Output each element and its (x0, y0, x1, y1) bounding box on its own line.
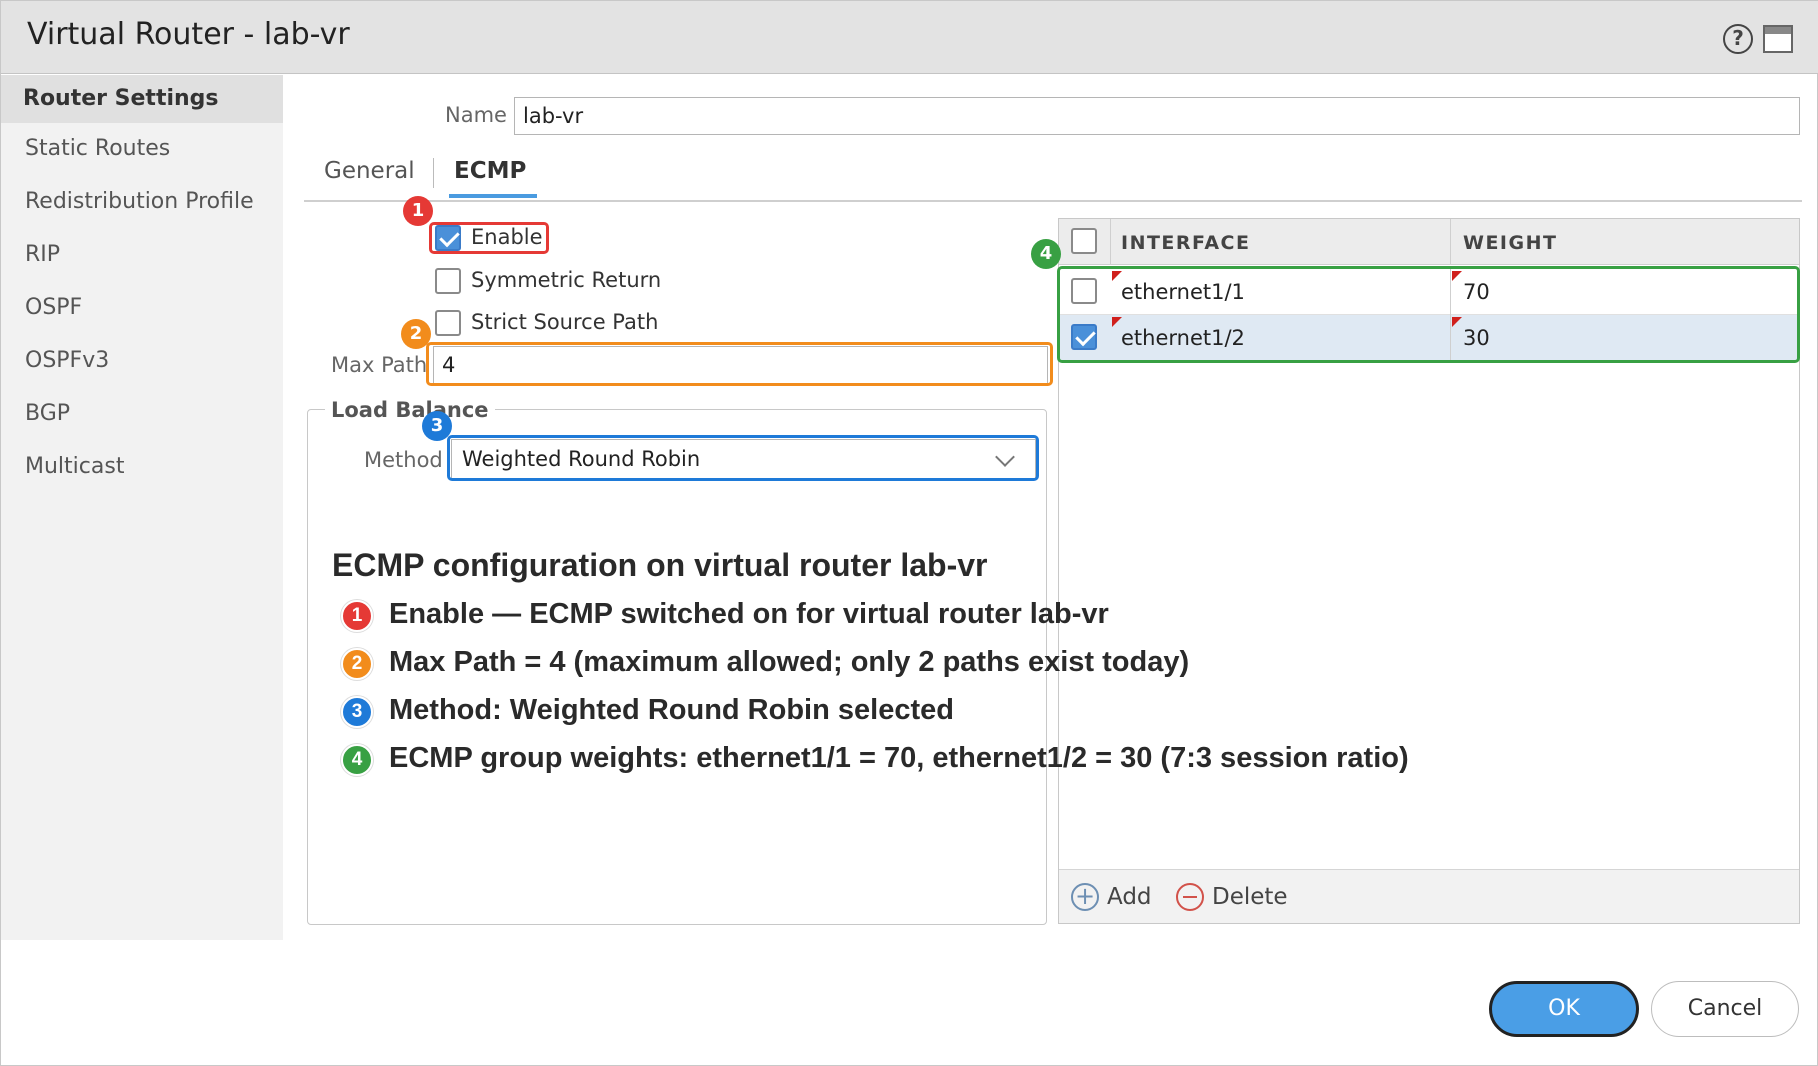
delete-icon[interactable] (1176, 883, 1204, 911)
symmetric-return-checkbox[interactable] (435, 268, 461, 294)
tab-separator (433, 158, 434, 188)
add-button[interactable]: Add (1107, 884, 1152, 910)
dialog-titlebar: Virtual Router - lab-vr ? (1, 1, 1818, 74)
load-balance-legend: Load Balance (325, 398, 495, 422)
sidebar-item-ospf[interactable]: OSPF (1, 284, 283, 332)
badge-1: 1 (403, 196, 433, 226)
sidebar: Router Settings Static Routes Redistribu… (1, 75, 283, 940)
sidebar-item-ospfv3[interactable]: OSPFv3 (1, 337, 283, 385)
sidebar-item-router-settings[interactable]: Router Settings (1, 75, 283, 123)
annotation-badge-2: 2 (341, 648, 373, 680)
annotation-badge-3: 3 (341, 696, 373, 728)
name-label: Name (445, 103, 507, 127)
add-icon[interactable]: + (1071, 883, 1099, 911)
annotation-line-3: Method: Weighted Round Robin selected (389, 694, 954, 726)
highlight-weights (1057, 266, 1800, 363)
column-header-weight[interactable]: WEIGHT (1463, 232, 1557, 254)
sidebar-item-multicast[interactable]: Multicast (1, 443, 283, 491)
symmetric-return-label: Symmetric Return (471, 268, 662, 292)
annotation-badge-4: 4 (341, 744, 373, 776)
annotation-badge-1: 1 (341, 600, 373, 632)
sidebar-item-static-routes[interactable]: Static Routes (1, 125, 283, 173)
strict-source-path-checkbox[interactable] (435, 310, 461, 336)
highlight-method (447, 435, 1039, 481)
select-all-checkbox[interactable] (1071, 228, 1097, 254)
tab-ecmp[interactable]: ECMP (454, 158, 526, 184)
sidebar-item-rip[interactable]: RIP (1, 231, 283, 279)
column-header-interface[interactable]: INTERFACE (1121, 232, 1250, 254)
sidebar-item-redistribution-profile[interactable]: Redistribution Profile (1, 178, 283, 226)
help-icon[interactable]: ? (1723, 24, 1753, 54)
cancel-button[interactable]: Cancel (1651, 981, 1799, 1037)
sidebar-item-bgp[interactable]: BGP (1, 390, 283, 438)
max-path-label: Max Path (331, 353, 428, 377)
table-toolbar (1059, 869, 1799, 923)
highlight-max-path (426, 342, 1053, 386)
annotation-title: ECMP configuration on virtual router lab… (332, 547, 988, 583)
dialog-title: Virtual Router - lab-vr (27, 17, 350, 52)
name-input[interactable]: lab-vr (514, 97, 1800, 135)
badge-3: 3 (422, 411, 452, 441)
maximize-icon[interactable] (1763, 25, 1793, 53)
annotation-line-1: Enable — ECMP switched on for virtual ro… (389, 598, 1109, 630)
strict-source-path-label: Strict Source Path (471, 310, 659, 334)
active-tab-indicator (449, 194, 537, 198)
annotation-line-4: ECMP group weights: ethernet1/1 = 70, et… (389, 742, 1409, 774)
badge-4: 4 (1031, 239, 1061, 269)
virtual-router-dialog: Virtual Router - lab-vr ? Router Setting… (0, 0, 1818, 1066)
badge-2: 2 (401, 319, 431, 349)
delete-button[interactable]: Delete (1212, 884, 1288, 910)
column-separator (1110, 219, 1111, 265)
highlight-enable (429, 222, 549, 254)
tab-general[interactable]: General (324, 158, 415, 184)
column-separator (1450, 219, 1451, 265)
method-label: Method (364, 448, 443, 472)
annotation-line-2: Max Path = 4 (maximum allowed; only 2 pa… (389, 646, 1190, 678)
ok-button[interactable]: OK (1489, 981, 1639, 1037)
tab-divider (304, 200, 1802, 202)
